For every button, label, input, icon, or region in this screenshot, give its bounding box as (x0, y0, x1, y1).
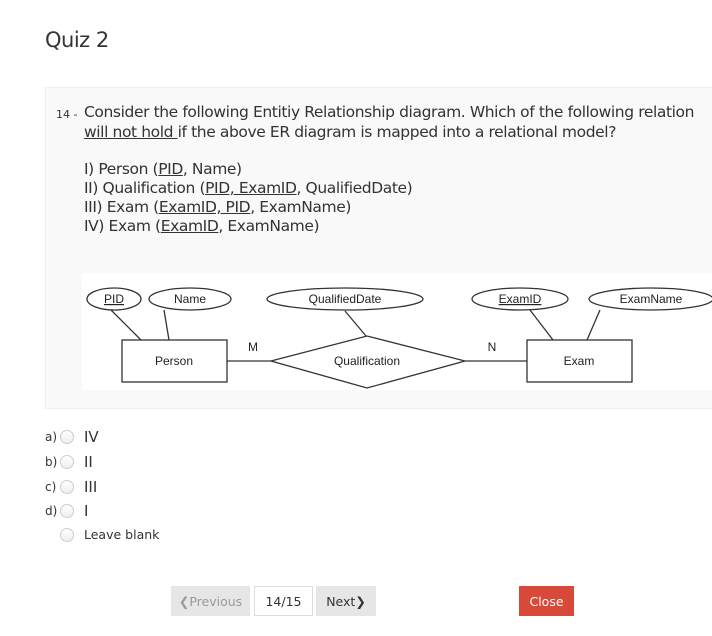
option-leave-blank[interactable]: Leave blank (45, 527, 159, 542)
question-line-2: will not hold if the above ER diagram is… (84, 122, 712, 142)
relation-keys: ExamID (160, 217, 219, 235)
radio-button[interactable] (60, 480, 74, 494)
relation-rest: , Name) (182, 160, 242, 178)
option-d[interactable]: d) I (45, 502, 88, 520)
question-text: Consider the following Entitiy Relations… (84, 102, 712, 142)
emphasis: will not hold (84, 123, 178, 141)
relationship-label: Qualification (334, 354, 400, 368)
relation-prefix: II) Qualification ( (84, 179, 206, 197)
radio-button[interactable] (60, 455, 74, 469)
radio-button[interactable] (60, 527, 74, 542)
radio-button[interactable] (60, 430, 74, 444)
option-letter: a) (45, 430, 58, 444)
relation-keys: ExamID, PID (158, 198, 251, 216)
question-number: 14 - (56, 108, 78, 121)
relation-rest: , ExamName) (218, 217, 320, 235)
option-c[interactable]: c) III (45, 478, 97, 496)
relations-list: I) Person (PID, Name) II) Qualification … (84, 160, 413, 236)
chevron-left-icon: ❮ (178, 593, 190, 609)
page-title: Quiz 2 (45, 28, 109, 52)
relation-rest: , QualifiedDate) (296, 179, 413, 197)
question-line-2-rest: if the above ER diagram is mapped into a… (177, 123, 617, 141)
option-text: I (84, 502, 89, 520)
radio-button[interactable] (60, 504, 74, 518)
cardinality-n: N (488, 340, 497, 354)
relation-prefix: III) Exam ( (84, 198, 159, 216)
relation-item: III) Exam (ExamID, PID, ExamName) (84, 198, 412, 217)
option-letter: b) (45, 455, 58, 469)
attribute-examname-label: ExamName (620, 292, 683, 306)
next-button[interactable]: Next ❯ (316, 586, 376, 616)
entity-exam-label: Exam (564, 354, 595, 368)
chevron-right-icon: ❯ (355, 593, 366, 609)
attribute-name-label: Name (174, 292, 206, 306)
relation-keys: PID, ExamID (205, 179, 297, 197)
attribute-examid-label: ExamID (499, 292, 542, 306)
relation-keys: PID (158, 160, 183, 178)
attribute-qualifieddate-label: QualifiedDate (309, 292, 382, 306)
relation-prefix: I) Person ( (84, 160, 159, 178)
relation-item: I) Person (PID, Name) (84, 160, 412, 179)
option-text: Leave blank (84, 527, 160, 542)
option-text: IV (84, 428, 99, 446)
relation-item: IV) Exam (ExamID, ExamName) (84, 217, 412, 236)
option-b[interactable]: b) II (45, 453, 93, 471)
relation-rest: , ExamName) (250, 198, 352, 216)
next-label: Next (326, 593, 356, 609)
option-letter: c) (45, 480, 57, 494)
close-button[interactable]: Close (519, 586, 574, 616)
option-text: II (84, 453, 93, 471)
previous-button[interactable]: ❮ Previous (171, 586, 250, 616)
entity-person-label: Person (155, 354, 193, 368)
question-line-1: Consider the following Entitiy Relations… (84, 103, 695, 121)
option-text: III (84, 478, 98, 496)
relation-item: II) Qualification (PID, ExamID, Qualifie… (84, 179, 413, 198)
page-indicator: 14/15 (254, 586, 313, 616)
relation-prefix: IV) Exam ( (84, 217, 161, 235)
er-diagram: PID Name QualifiedDate ExamID ExamName P… (82, 273, 712, 390)
attribute-pid-label: PID (104, 292, 124, 306)
cardinality-m: M (248, 340, 258, 354)
option-letter: d) (45, 504, 58, 518)
option-a[interactable]: a) IV (45, 428, 99, 446)
previous-label: Previous (189, 593, 243, 609)
